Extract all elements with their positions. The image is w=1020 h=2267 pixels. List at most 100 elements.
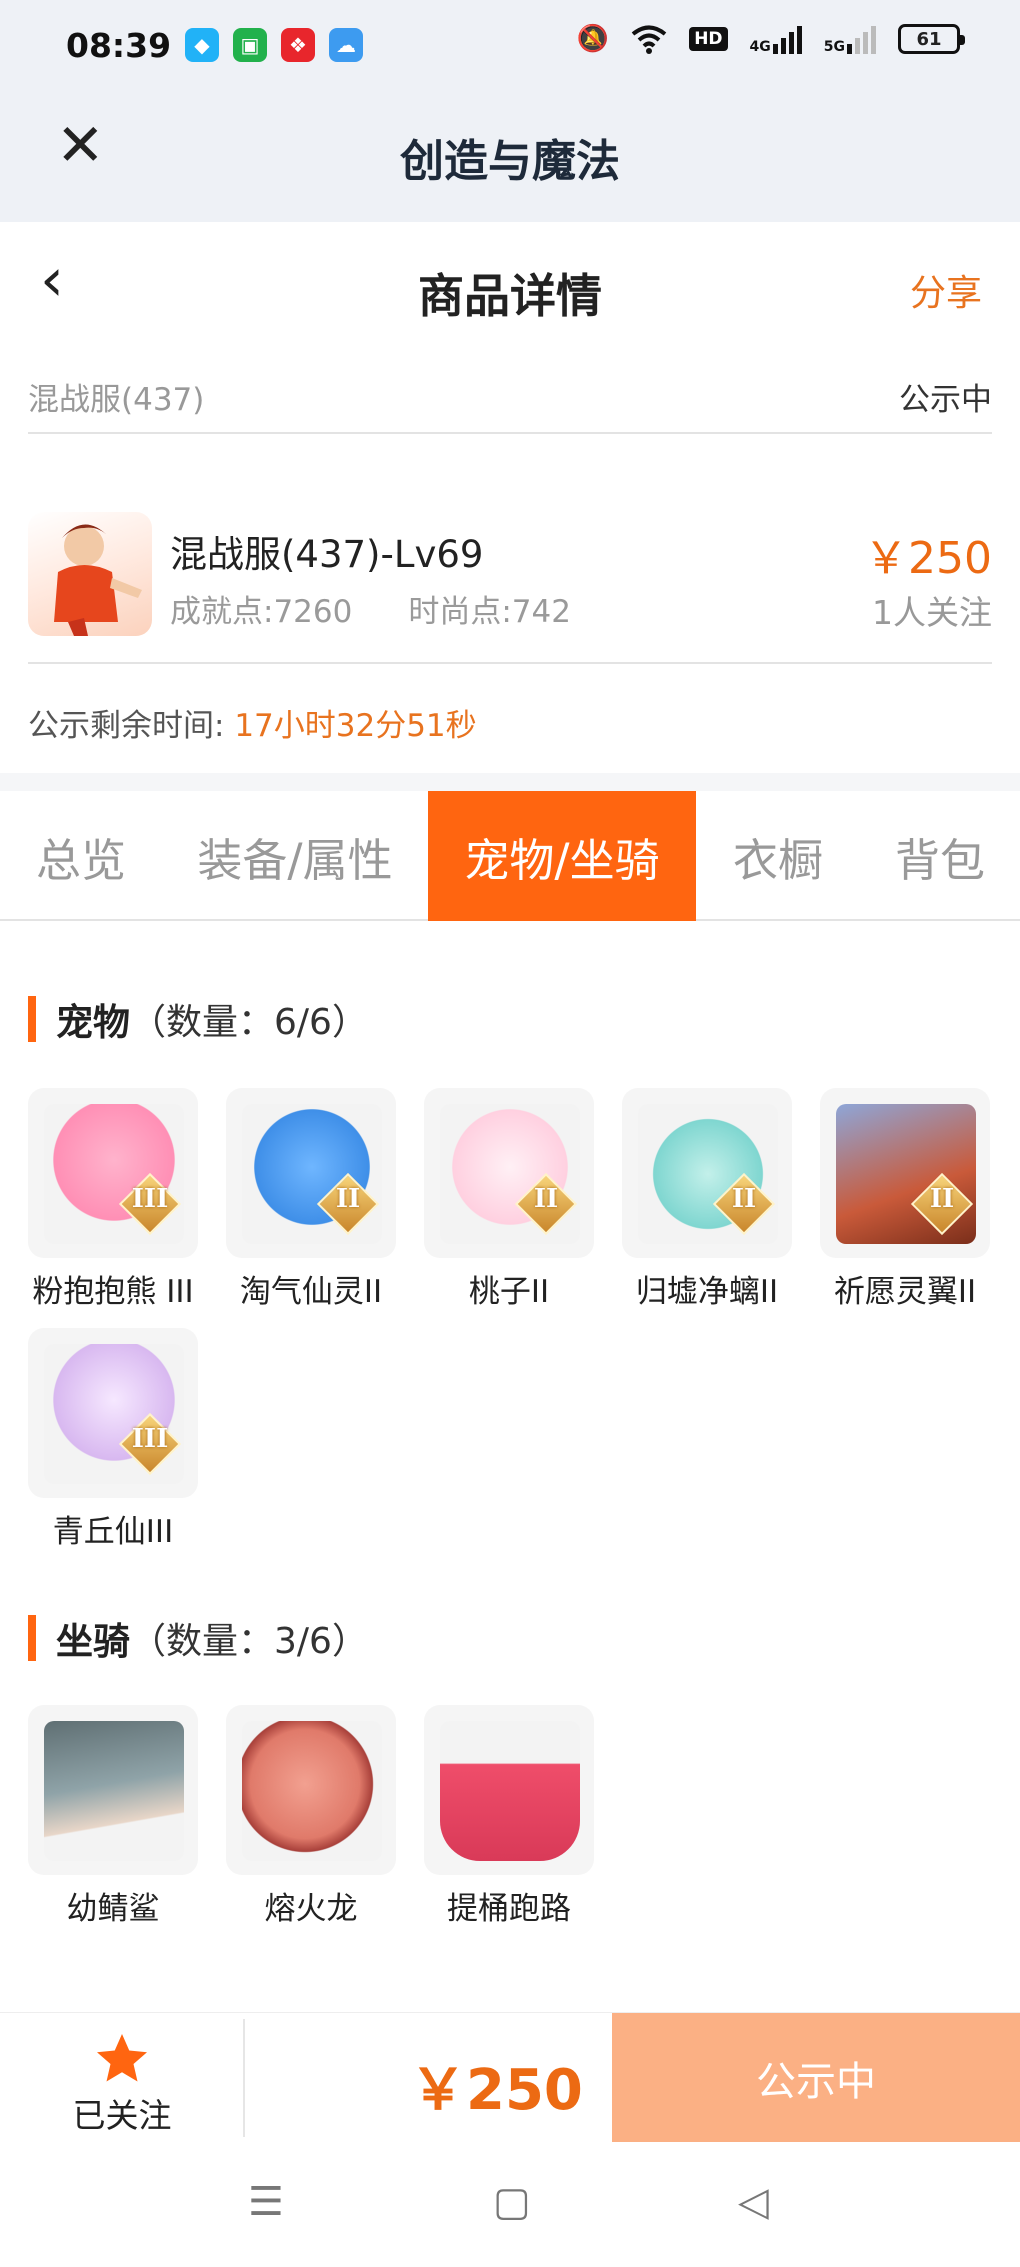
tier-label: II: [929, 1184, 955, 1214]
pets-section-title: 宠物 （数量：6/6）: [28, 996, 368, 1044]
mount-card[interactable]: 熔火龙: [226, 1705, 396, 1928]
pet-image: II: [820, 1088, 990, 1258]
pet-card[interactable]: III 粉抱抱熊 III: [28, 1088, 198, 1311]
lottery-icon: ❖: [281, 28, 315, 62]
griffin-pet-icon: [836, 1104, 976, 1244]
follower-count: 1人关注: [872, 593, 992, 632]
home-icon[interactable]: ▢: [493, 2182, 531, 2222]
app-title: 创造与魔法: [400, 136, 620, 187]
character-avatar: [28, 512, 152, 636]
system-nav-bar: ☰ ▢ ◁: [0, 2142, 1020, 2267]
mounts-title: 坐骑: [56, 1620, 130, 1663]
status-bar: 08:39 ◆ ▣ ❖ ☁ 🔕 HD 4G 5G 61: [0, 0, 1020, 95]
tab-bar: 总览 装备/属性 宠物/坐骑 衣橱 背包: [0, 791, 1020, 921]
follow-label: 已关注: [72, 2096, 172, 2135]
product-detail-page: ‹ 商品详情 分享 混战服(437) 公示中 混战服(437)-Lv69 成就点…: [0, 222, 1020, 2012]
divider: [243, 2019, 245, 2137]
character-figure-icon: [54, 524, 142, 636]
pet-image: III: [28, 1088, 198, 1258]
wechat-mini-icon: ▣: [233, 28, 267, 62]
top-area: 08:39 ◆ ▣ ❖ ☁ 🔕 HD 4G 5G 61 ✕ 创造与魔法: [0, 0, 1020, 222]
server-name: 混战服(437): [28, 382, 205, 418]
status-button[interactable]: 公示中: [612, 2013, 1020, 2143]
character-row[interactable]: 混战服(437)-Lv69 成就点:7260 时尚点:742 ￥250 1人关注: [28, 504, 992, 664]
pet-card[interactable]: II 淘气仙灵II: [226, 1088, 396, 1311]
app-header: ✕ 创造与魔法: [0, 95, 1020, 222]
battery-icon: 61: [898, 24, 965, 54]
pet-name: 青丘仙III: [52, 1514, 174, 1550]
pets-count: （数量：6/6）: [130, 1002, 368, 1043]
character-stats: 成就点:7260 时尚点:742: [170, 586, 571, 631]
bucket-mount-icon: [440, 1721, 580, 1861]
pet-card[interactable]: II 桃子II: [424, 1088, 594, 1311]
pink-bear-pet-icon: [44, 1104, 184, 1244]
tier-label: II: [731, 1184, 757, 1214]
pet-card[interactable]: II 祈愿灵翼II: [820, 1088, 990, 1311]
mount-image: [28, 1705, 198, 1875]
section-divider: [0, 773, 1020, 791]
bottom-price: ￥250: [410, 2058, 583, 2123]
remaining-time-label: 公示剩余时间:: [28, 708, 225, 744]
menu-icon[interactable]: ☰: [248, 2182, 284, 2222]
hd-voice-icon: HD: [689, 27, 728, 51]
pet-image: II: [622, 1088, 792, 1258]
tier-label: II: [335, 1184, 361, 1214]
jade-dragon-pet-icon: [638, 1104, 778, 1244]
mount-card[interactable]: 幼鲭鲨: [28, 1705, 198, 1928]
mount-name: 提桶跑路: [447, 1891, 571, 1927]
character-name: 混战服(437)-Lv69: [170, 533, 484, 576]
pet-name: 桃子II: [468, 1274, 550, 1310]
signal-bars-icon: [772, 24, 802, 54]
achievement-points: 成就点:7260: [170, 594, 353, 630]
fashion-points: 时尚点:742: [408, 594, 571, 630]
follow-button[interactable]: 已关注: [0, 2013, 244, 2143]
mount-name: 幼鲭鲨: [66, 1891, 160, 1927]
wifi-icon: [631, 25, 667, 54]
tab-overview[interactable]: 总览: [0, 791, 162, 921]
share-button[interactable]: 分享: [910, 264, 982, 316]
signal-5g: 5G: [824, 24, 876, 54]
mounts-section-title: 坐骑 （数量：3/6）: [28, 1615, 368, 1663]
pet-name: 粉抱抱熊 III: [32, 1274, 194, 1310]
pet-name: 祈愿灵翼II: [833, 1274, 977, 1310]
pet-name: 淘气仙灵II: [239, 1274, 383, 1310]
fox-fairy-pet-icon: [44, 1344, 184, 1484]
character-price: ￥250: [864, 533, 992, 584]
back-nav-icon[interactable]: ◁: [738, 2182, 769, 2222]
qq-icon: ◆: [185, 28, 219, 62]
page-title: 商品详情: [418, 269, 602, 323]
lava-dragon-mount-icon: [242, 1721, 382, 1861]
peach-fox-pet-icon: [440, 1104, 580, 1244]
mount-name: 熔火龙: [264, 1891, 358, 1927]
tier-label: III: [131, 1184, 169, 1214]
weather-icon: ☁: [329, 28, 363, 62]
mount-image: [226, 1705, 396, 1875]
tab-backpack[interactable]: 背包: [860, 791, 1020, 921]
listing-status: 公示中: [899, 382, 992, 418]
remaining-time: 公示剩余时间: 17小时32分51秒: [28, 700, 477, 745]
system-indicators: 🔕 HD 4G 5G 61: [576, 24, 965, 54]
mute-bell-icon: 🔕: [576, 24, 610, 54]
tier-label: II: [533, 1184, 559, 1214]
notification-icons: ◆ ▣ ❖ ☁: [185, 28, 363, 62]
status-time: 08:39: [66, 26, 172, 65]
pet-card[interactable]: II 归墟净螭II: [622, 1088, 792, 1311]
star-icon: [97, 2034, 147, 2082]
mounts-count: （数量：3/6）: [130, 1621, 368, 1662]
pets-title: 宠物: [56, 1001, 130, 1044]
tab-pets-mounts[interactable]: 宠物/坐骑: [428, 791, 696, 921]
pets-grid: III 粉抱抱熊 III II 淘气仙灵II II 桃子II II 归墟净螭II…: [28, 1088, 998, 1551]
pet-card[interactable]: III 青丘仙III: [28, 1328, 198, 1551]
mount-card[interactable]: 提桶跑路: [424, 1705, 594, 1928]
mount-image: [424, 1705, 594, 1875]
tier-label: III: [131, 1424, 169, 1454]
tab-equipment[interactable]: 装备/属性: [162, 791, 428, 921]
pet-image: III: [28, 1328, 198, 1498]
tab-wardrobe[interactable]: 衣橱: [696, 791, 860, 921]
mounts-grid: 幼鲭鲨 熔火龙 提桶跑路: [28, 1705, 998, 1935]
server-row: 混战服(437) 公示中: [28, 374, 992, 434]
signal-4g: 4G: [750, 24, 802, 54]
bottom-action-bar: 已关注 ￥250 公示中: [0, 2012, 1020, 2143]
shark-mount-icon: [44, 1721, 184, 1861]
blue-sprite-pet-icon: [242, 1104, 382, 1244]
